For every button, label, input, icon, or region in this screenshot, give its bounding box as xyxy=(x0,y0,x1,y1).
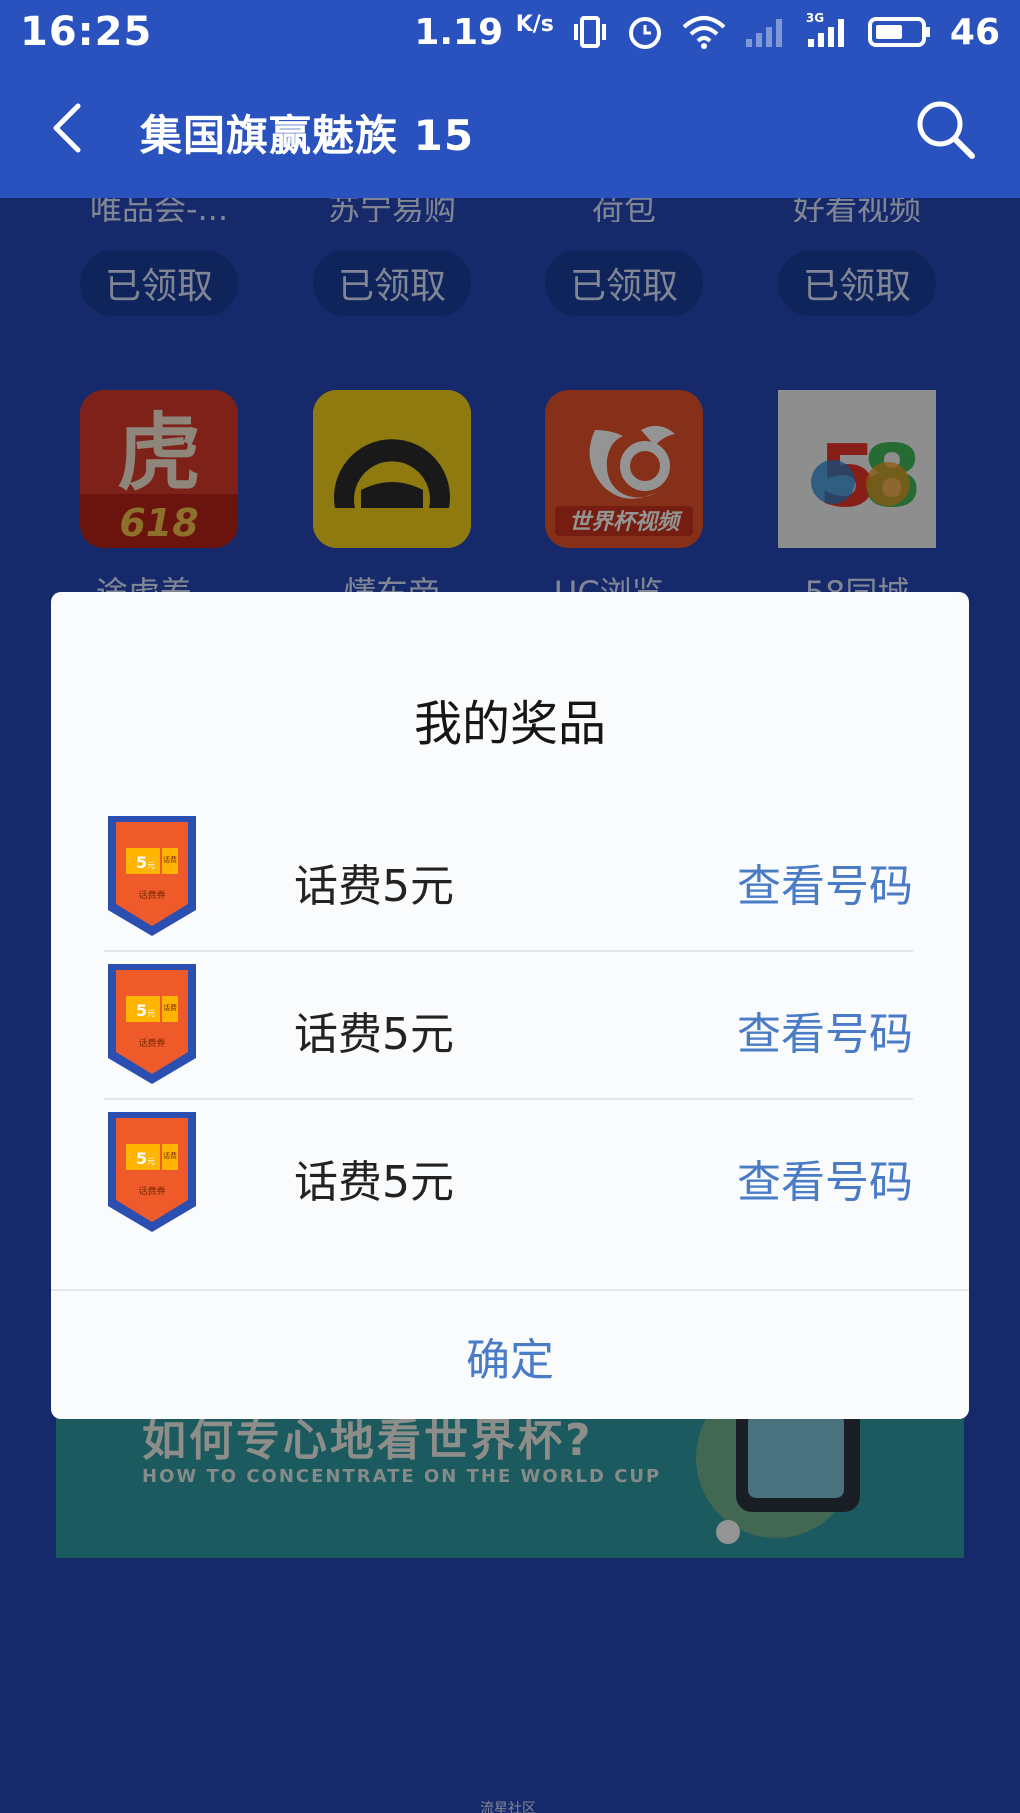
page-title: 集国旗赢魅族 15 xyxy=(140,111,475,160)
svg-text:话费券: 话费券 xyxy=(138,889,165,901)
search-icon xyxy=(917,101,975,159)
prize-name: 话费5元 xyxy=(294,861,454,912)
vibrate-icon xyxy=(572,14,608,50)
phone-credit-coupon-icon: 5 元 话费 话费券 xyxy=(104,814,200,938)
wifi-icon xyxy=(682,15,726,49)
network-speed: 1.19 K/s xyxy=(414,11,554,53)
svg-text:元: 元 xyxy=(147,1009,155,1018)
battery-icon xyxy=(867,16,932,48)
status-time: 16:25 xyxy=(20,9,153,55)
alarm-icon xyxy=(626,13,664,51)
app-bar: 集国旗赢魅族 15 xyxy=(0,64,1020,198)
search-button[interactable] xyxy=(910,94,980,164)
back-button[interactable] xyxy=(40,98,100,158)
dialog-divider xyxy=(51,1289,969,1291)
prize-row: 5 元 话费 话费券 话费5元 查看号码 xyxy=(104,804,913,952)
svg-text:话费: 话费 xyxy=(163,1003,177,1012)
svg-text:话费: 话费 xyxy=(163,1151,177,1160)
battery-level: 46 xyxy=(949,11,1000,53)
view-number-link[interactable]: 查看号码 xyxy=(737,1146,913,1210)
prize-name: 话费5元 xyxy=(294,1157,454,1208)
prize-list: 5 元 话费 话费券 话费5元 查看号码 5 元 话费 话费券 话费5元 查看号… xyxy=(104,804,913,1248)
svg-text:5: 5 xyxy=(136,1149,147,1168)
chevron-left-icon xyxy=(53,103,81,153)
signal-3g-icon: 3G xyxy=(806,11,850,49)
svg-text:元: 元 xyxy=(147,1157,155,1166)
view-number-link[interactable]: 查看号码 xyxy=(737,998,913,1062)
prize-row: 5 元 话费 话费券 话费5元 查看号码 xyxy=(104,952,913,1100)
view-number-link[interactable]: 查看号码 xyxy=(737,850,913,914)
my-prizes-dialog: 我的奖品 5 元 话费 话费券 话费5元 查看号码 5 元 话费 话费券 话费5… xyxy=(51,592,969,1419)
status-bar: 16:25 1.19 K/s 3G 46 xyxy=(0,0,1020,64)
svg-text:5: 5 xyxy=(136,1001,147,1020)
dialog-title: 我的奖品 xyxy=(413,696,606,752)
svg-text:元: 元 xyxy=(147,861,155,870)
prize-row: 5 元 话费 话费券 话费5元 查看号码 xyxy=(104,1100,913,1248)
signal-weak-icon xyxy=(744,15,788,49)
status-icons: 1.19 K/s 3G 46 xyxy=(414,11,1000,53)
svg-text:话费: 话费 xyxy=(163,855,177,864)
prize-name: 话费5元 xyxy=(294,1009,454,1060)
svg-text:5: 5 xyxy=(136,853,147,872)
svg-text:话费券: 话费券 xyxy=(138,1037,165,1049)
svg-text:话费券: 话费券 xyxy=(138,1185,165,1197)
confirm-button[interactable]: 确定 xyxy=(51,1292,969,1419)
phone-credit-coupon-icon: 5 元 话费 话费券 xyxy=(104,1110,200,1234)
phone-credit-coupon-icon: 5 元 话费 话费券 xyxy=(104,962,200,1086)
